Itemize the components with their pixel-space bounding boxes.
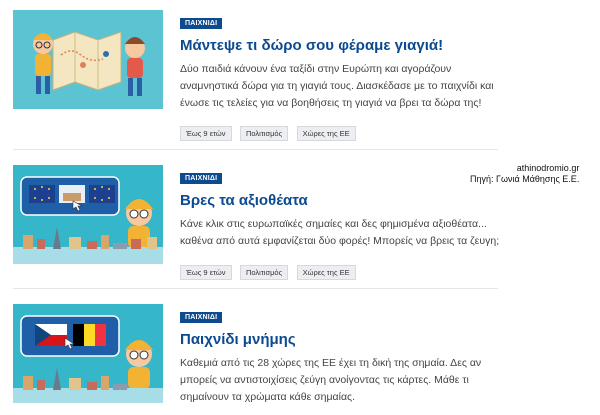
tag-list: Έως 9 ετών Πολιτισμός Χώρες της ΕΕ <box>180 123 360 141</box>
category-badge: ΠΑΙΧΝΙΔΙ <box>180 173 223 184</box>
card-description: Καθεμιά από τις 28 χώρες της ΕΕ έχει τη … <box>180 357 482 403</box>
tag-age[interactable]: Έως 9 ετών <box>180 126 232 141</box>
card-description: Κάνε κλικ στις ευρωπαϊκές σημαίες και δε… <box>180 218 500 247</box>
credit-source: Πηγή: Γωνιά Μάθησης Ε.Ε. <box>470 174 580 184</box>
source-credit: athinodromio.gr Πηγή: Γωνιά Μάθησης Ε.Ε. <box>470 163 579 185</box>
category-badge: ΠΑΙΧΝΙΔΙ <box>180 312 223 323</box>
game-thumbnail-3[interactable] <box>13 304 163 403</box>
memory-game-illustration <box>13 304 163 403</box>
landmarks-illustration <box>13 165 163 264</box>
category-badge: ΠΑΙΧΝΙΔΙ <box>180 18 223 29</box>
tag-eu-countries[interactable]: Χώρες της ΕΕ <box>296 126 356 141</box>
tag-culture[interactable]: Πολιτισμός <box>239 126 289 141</box>
card-title[interactable]: Παιχνίδι μνήμης <box>180 331 500 349</box>
game-thumbnail-1[interactable] <box>13 10 163 109</box>
tag-age[interactable]: Έως 9 ετών <box>180 265 232 280</box>
map-kids-illustration <box>13 10 163 109</box>
card-title[interactable]: Βρες τα αξιοθέατα <box>180 192 500 210</box>
tag-eu-countries[interactable]: Χώρες της ΕΕ <box>296 265 356 280</box>
card-title[interactable]: Μάντεψε τι δώρο σου φέραμε γιαγιά! <box>180 37 500 55</box>
divider <box>13 149 498 150</box>
credit-site: athinodromio.gr <box>516 163 580 173</box>
tag-culture[interactable]: Πολιτισμός <box>239 265 289 280</box>
divider <box>13 288 498 289</box>
card-description: Δύο παιδιά κάνουν ένα ταξίδι στην Ευρώπη… <box>180 63 494 109</box>
game-thumbnail-2[interactable] <box>13 165 163 264</box>
tag-list: Έως 9 ετών Πολιτισμός Χώρες της ΕΕ <box>180 262 360 280</box>
